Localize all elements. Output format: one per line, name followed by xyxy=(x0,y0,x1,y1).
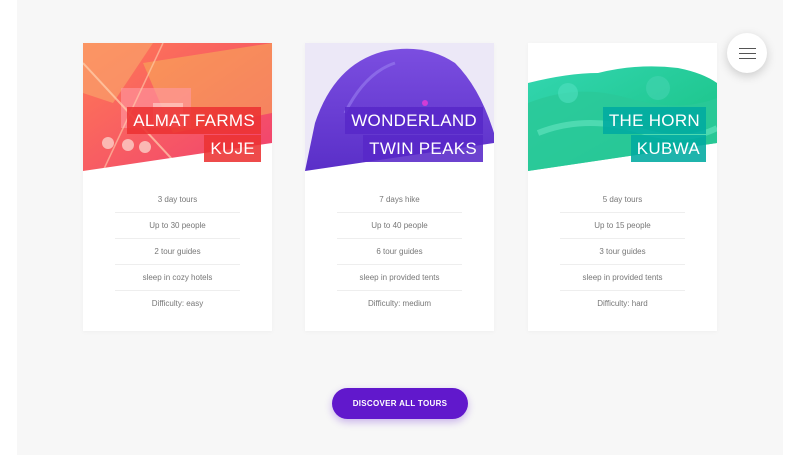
tour-card[interactable]: THE HORN KUBWA 5 day tours Up to 15 peop… xyxy=(528,43,717,331)
tour-detail-item: 6 tour guides xyxy=(337,239,462,265)
tour-detail-item: sleep in cozy hotels xyxy=(115,265,240,291)
tour-title-line1: THE HORN xyxy=(602,107,706,134)
tour-title: ALMAT FARMS KUJE xyxy=(127,107,261,163)
tour-title-line1: WONDERLAND xyxy=(345,107,483,134)
tour-detail-item: sleep in provided tents xyxy=(560,265,685,291)
tour-details: 7 days hike Up to 40 people 6 tour guide… xyxy=(337,187,462,317)
hamburger-menu-icon xyxy=(738,47,756,59)
tour-details: 5 day tours Up to 15 people 3 tour guide… xyxy=(560,187,685,317)
tour-card[interactable]: WONDERLAND TWIN PEAKS 7 days hike Up to … xyxy=(305,43,494,331)
tour-details: 3 day tours Up to 30 people 2 tour guide… xyxy=(115,187,240,317)
tour-title: THE HORN KUBWA xyxy=(602,107,706,163)
tour-detail-item: sleep in provided tents xyxy=(337,265,462,291)
tour-detail-item: Difficulty: hard xyxy=(597,299,648,308)
tour-title-line1: ALMAT FARMS xyxy=(127,107,261,134)
tour-title-line2: KUJE xyxy=(204,135,261,162)
tour-detail-item: Up to 40 people xyxy=(337,213,462,239)
tour-detail-item: 3 tour guides xyxy=(560,239,685,265)
tour-detail-item: Difficulty: medium xyxy=(368,299,431,308)
tour-detail-item: Up to 30 people xyxy=(115,213,240,239)
tour-title-line2: KUBWA xyxy=(630,135,706,162)
menu-button[interactable] xyxy=(727,33,767,73)
tour-detail-item: 5 day tours xyxy=(560,187,685,213)
tour-title-line2: TWIN PEAKS xyxy=(363,135,483,162)
discover-all-tours-button[interactable]: DISCOVER ALL TOURS xyxy=(332,388,468,419)
tour-title: WONDERLAND TWIN PEAKS xyxy=(345,107,483,163)
tour-detail-item: 7 days hike xyxy=(337,187,462,213)
tour-detail-item: 3 day tours xyxy=(115,187,240,213)
tour-detail-item: 2 tour guides xyxy=(115,239,240,265)
tour-card[interactable]: ALMAT FARMS KUJE 3 day tours Up to 30 pe… xyxy=(83,43,272,331)
tour-detail-item: Difficulty: easy xyxy=(151,299,204,308)
tour-detail-item: Up to 15 people xyxy=(560,213,685,239)
